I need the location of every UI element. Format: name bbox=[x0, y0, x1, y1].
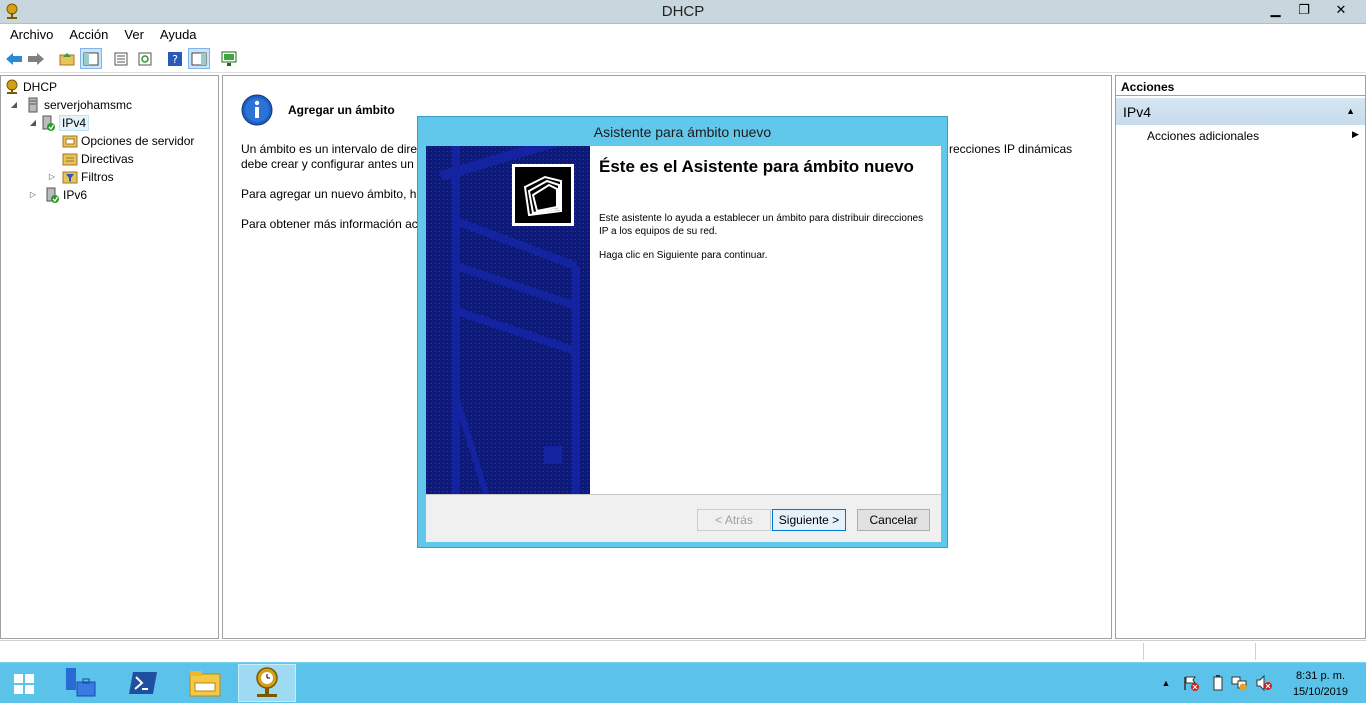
volume-icon[interactable] bbox=[1256, 675, 1272, 691]
forward-icon[interactable] bbox=[25, 48, 47, 69]
start-button[interactable] bbox=[0, 663, 48, 703]
tree-item-filters[interactable]: ▷ Filtros bbox=[47, 168, 114, 185]
minimize-button[interactable]: ▁ bbox=[1262, 0, 1289, 20]
up-folder-icon[interactable] bbox=[56, 48, 78, 69]
clock-date: 15/10/2019 bbox=[1292, 686, 1348, 698]
collapse-arrow-icon[interactable]: ◢ bbox=[28, 118, 38, 127]
tree-item-dhcp[interactable]: DHCP bbox=[4, 78, 57, 95]
next-button[interactable]: Siguiente > bbox=[772, 509, 846, 531]
actions-pane: Acciones IPv4 ▲ Acciones adicionales ▶ bbox=[1115, 75, 1366, 639]
description-line-1-right: recciones IP dinámicas bbox=[949, 142, 1073, 156]
wizard-instruction: Haga clic en Siguiente para continuar. bbox=[599, 250, 768, 261]
tray-overflow-chevron-icon[interactable]: ▲ bbox=[1158, 675, 1174, 691]
collapse-arrow-icon[interactable]: ◢ bbox=[9, 100, 19, 109]
cancel-button[interactable]: Cancelar bbox=[857, 509, 930, 531]
folders-icon bbox=[512, 164, 574, 226]
menu-bar: Archivo Acción Ver Ayuda bbox=[0, 24, 1366, 44]
action-center-icon[interactable] bbox=[1183, 675, 1199, 691]
network-icon[interactable] bbox=[1231, 675, 1247, 691]
server-manager-icon[interactable] bbox=[52, 664, 110, 702]
system-clock[interactable]: 8:31 p. m. 15/10/2019 bbox=[1293, 668, 1348, 700]
dhcp-icon[interactable] bbox=[238, 664, 296, 702]
svg-text:?: ? bbox=[172, 53, 178, 66]
powershell-icon[interactable] bbox=[114, 664, 172, 702]
wizard-banner-image bbox=[426, 146, 590, 494]
file-explorer-icon[interactable] bbox=[176, 664, 234, 702]
title-bar: DHCP ▁ ❐ ✕ bbox=[0, 0, 1366, 24]
properties-icon[interactable] bbox=[110, 48, 132, 69]
tree-item-policies[interactable]: Directivas bbox=[62, 150, 134, 167]
wizard-description: Este asistente lo ayuda a establecer un … bbox=[599, 213, 924, 237]
tree-item-ipv4[interactable]: ◢ IPv4 bbox=[28, 114, 90, 131]
server-options-icon bbox=[62, 135, 78, 147]
dialog-title: Asistente para ámbito nuevo bbox=[593, 124, 772, 140]
new-scope-wizard-dialog: Asistente para ámbito nuevo Éste es el A… bbox=[417, 116, 948, 548]
toolbar: ? bbox=[0, 44, 1366, 73]
tree-item-ipv6[interactable]: ▷ IPv6 bbox=[28, 186, 87, 203]
back-button[interactable]: < Atrás bbox=[697, 509, 771, 531]
close-button[interactable]: ✕ bbox=[1318, 0, 1364, 20]
menu-accion[interactable]: Acción bbox=[61, 27, 116, 42]
ipv6-icon bbox=[46, 187, 59, 203]
show-hide-tree-icon[interactable] bbox=[80, 48, 102, 69]
windows-logo-icon bbox=[14, 673, 34, 694]
dialog-body: Éste es el Asistente para ámbito nuevo E… bbox=[426, 146, 941, 542]
expand-arrow-icon[interactable]: ▷ bbox=[28, 190, 38, 199]
add-scope-text: Para agregar un nuevo ámbito, ha bbox=[241, 187, 424, 201]
expand-arrow-icon[interactable]: ▷ bbox=[47, 172, 57, 181]
taskbar: ▲ 8:31 p. m. 15/10/2019 bbox=[0, 662, 1366, 703]
wizard-heading: Éste es el Asistente para ámbito nuevo bbox=[599, 157, 914, 176]
help-icon[interactable]: ? bbox=[164, 48, 186, 69]
status-separator bbox=[1143, 643, 1144, 660]
tree-item-server[interactable]: ◢ serverjohamsmc bbox=[9, 96, 132, 113]
description-line-2: debe crear y configurar antes un a bbox=[241, 157, 424, 171]
window-title: DHCP bbox=[661, 3, 705, 20]
menu-archivo[interactable]: Archivo bbox=[2, 27, 61, 42]
menu-ver[interactable]: Ver bbox=[116, 27, 152, 42]
dialog-separator bbox=[426, 494, 941, 495]
console-icon[interactable] bbox=[218, 48, 240, 69]
actions-header: Acciones bbox=[1116, 76, 1365, 96]
policies-icon bbox=[62, 153, 78, 165]
description-line-1: Un ámbito es un intervalo de dire bbox=[241, 142, 418, 156]
actions-section-label: IPv4 bbox=[1123, 104, 1152, 120]
wizard-content: Éste es el Asistente para ámbito nuevo E… bbox=[590, 146, 941, 494]
status-bar bbox=[0, 640, 1366, 662]
dhcp-icon bbox=[6, 79, 18, 94]
console-tree: DHCP ◢ serverjohamsmc ◢ IPv4 Opciones de… bbox=[0, 75, 219, 639]
more-info-text: Para obtener más información ac bbox=[241, 217, 418, 231]
filters-icon bbox=[62, 171, 78, 183]
show-action-pane-icon[interactable] bbox=[188, 48, 210, 69]
page-title: Agregar un ámbito bbox=[288, 103, 395, 117]
back-icon[interactable] bbox=[3, 48, 25, 69]
submenu-arrow-icon: ▶ bbox=[1352, 129, 1359, 139]
power-icon[interactable] bbox=[1210, 675, 1226, 691]
clock-time: 8:31 p. m. bbox=[1296, 670, 1345, 682]
more-actions-item[interactable]: Acciones adicionales bbox=[1147, 129, 1259, 143]
menu-ayuda[interactable]: Ayuda bbox=[152, 27, 205, 42]
collapse-up-icon[interactable]: ▲ bbox=[1346, 106, 1355, 116]
refresh-icon[interactable] bbox=[134, 48, 156, 69]
server-icon bbox=[28, 97, 38, 112]
tree-item-server-options[interactable]: Opciones de servidor bbox=[62, 132, 194, 149]
status-separator bbox=[1255, 643, 1256, 660]
maximize-button[interactable]: ❐ bbox=[1291, 0, 1317, 20]
info-icon bbox=[241, 94, 273, 126]
actions-section-ipv4[interactable]: IPv4 ▲ bbox=[1116, 98, 1365, 125]
ipv4-icon bbox=[42, 115, 55, 131]
